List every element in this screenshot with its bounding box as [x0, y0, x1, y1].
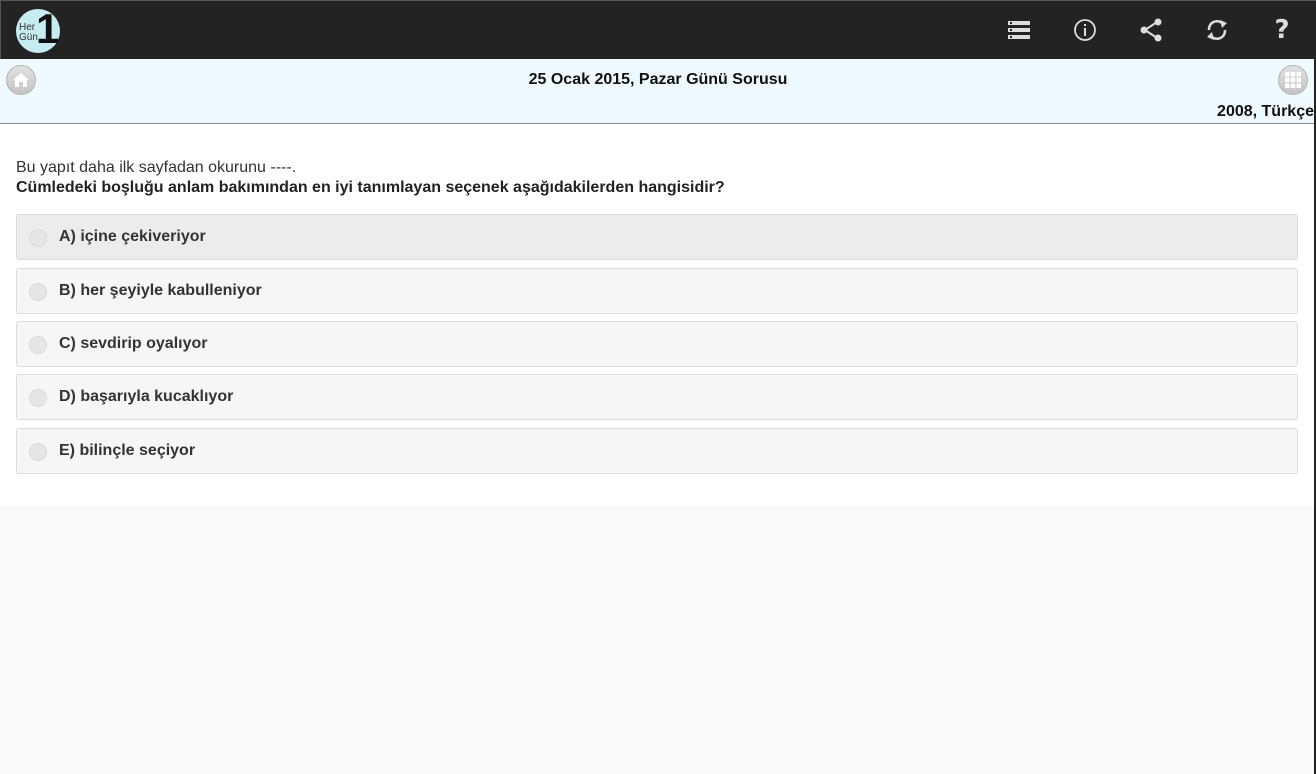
refresh-icon[interactable]: [1202, 15, 1232, 45]
option-e[interactable]: E) bilinçle seçiyor: [16, 428, 1298, 474]
option-label: E) bilinçle seçiyor: [59, 442, 196, 459]
radio-button[interactable]: [29, 336, 47, 354]
page-title: 25 Ocak 2015, Pazar Günü Sorusu: [528, 71, 788, 88]
radio-button[interactable]: [29, 389, 47, 407]
question-content: Bu yapıt daha ilk sayfadan okurunu ----.…: [0, 124, 1314, 506]
option-a[interactable]: A) içine çekiveriyor: [16, 214, 1298, 260]
question-prompt: Cümledeki boşluğu anlam bakımından en iy…: [16, 179, 725, 196]
grid-icon: [1285, 72, 1301, 88]
share-icon[interactable]: [1136, 15, 1166, 45]
option-label: B) her şeyiyle kabulleniyor: [59, 282, 262, 299]
app-logo[interactable]: Her Gün 1: [16, 5, 60, 53]
option-b[interactable]: B) her şeyiyle kabulleniyor: [16, 268, 1298, 314]
question-header: 25 Ocak 2015, Pazar Günü Sorusu 2008, Tü…: [0, 59, 1316, 124]
option-label: C) sevdirip oyalıyor: [59, 335, 208, 352]
option-d[interactable]: D) başarıyla kucaklıyor: [16, 374, 1298, 420]
info-icon[interactable]: [1070, 15, 1100, 45]
option-c[interactable]: C) sevdirip oyalıyor: [16, 321, 1298, 367]
grid-button[interactable]: [1278, 65, 1308, 95]
radio-button[interactable]: [29, 283, 47, 301]
help-icon[interactable]: ?: [1267, 15, 1297, 45]
radio-button[interactable]: [29, 229, 47, 247]
top-toolbar: Her Gün 1 ?: [0, 0, 1316, 59]
option-label: A) içine çekiveriyor: [59, 228, 206, 245]
logo-number: 1: [36, 5, 60, 52]
help-glyph: ?: [1274, 15, 1290, 45]
question-text: Bu yapıt daha ilk sayfadan okurunu ----.: [16, 159, 297, 176]
radio-button[interactable]: [29, 443, 47, 461]
option-label: D) başarıyla kucaklıyor: [59, 388, 234, 405]
year-subject-label: 2008, Türkçe: [1217, 103, 1314, 120]
list-icon[interactable]: [1004, 15, 1034, 45]
